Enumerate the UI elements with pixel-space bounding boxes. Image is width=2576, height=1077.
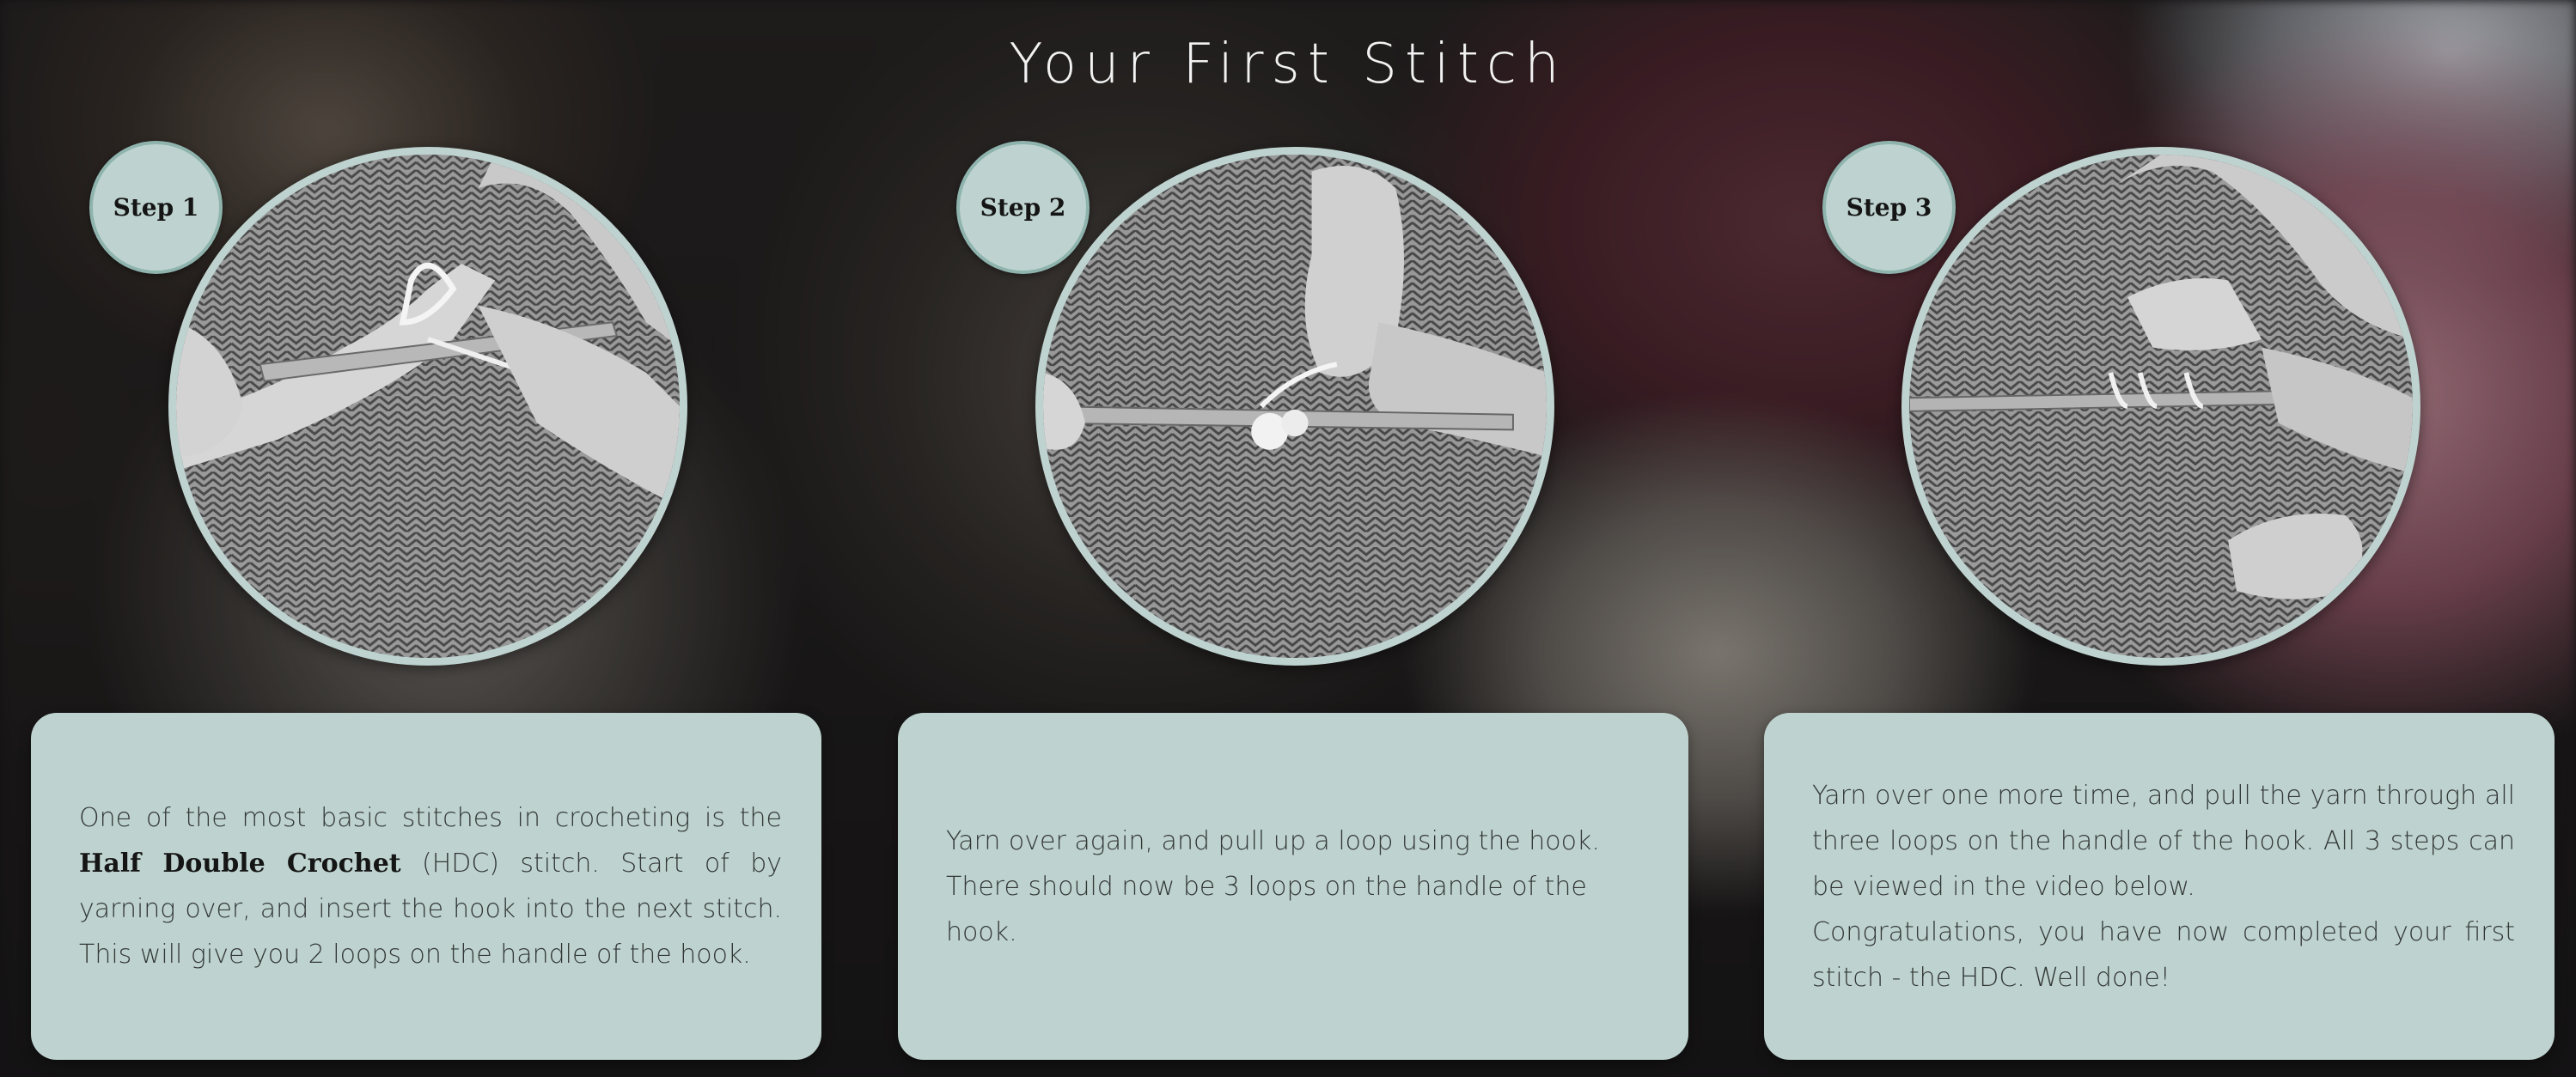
step-2-badge: Step 2 xyxy=(956,141,1090,274)
step-3-badge: Step 3 xyxy=(1822,141,1956,274)
step-3-card: Yarn over one more time, and pull the ya… xyxy=(1764,713,2555,1060)
step-3-description: Yarn over one more time, and pull the ya… xyxy=(1812,773,2515,1001)
step-3-text-paragraph-2: Congratulations, you have now completed … xyxy=(1812,916,2515,993)
step-3-section: Step 3 Yarn over one more time, and pull… xyxy=(1764,0,2555,1077)
step-2-photo xyxy=(1035,147,1554,666)
step-1-card: One of the most basic stitches in croche… xyxy=(31,713,821,1060)
crochet-photo-image xyxy=(176,155,680,658)
step-2-section: Step 2 Yarn over again, and pull up a lo… xyxy=(898,0,1688,1077)
step-1-photo xyxy=(168,147,687,666)
step-3-photo xyxy=(1901,147,2420,666)
crochet-photo-image xyxy=(1909,155,2413,658)
step-1-section: Step 1 One of the most basic stitches in… xyxy=(31,0,821,1077)
step-2-description: Yarn over again, and pull up a loop usin… xyxy=(946,825,1600,947)
crochet-photo-image xyxy=(1043,155,1547,658)
step-1-description: One of the most basic stitches in croche… xyxy=(79,803,782,970)
step-1-badge: Step 1 xyxy=(89,141,223,274)
step-3-text-paragraph-1: Yarn over one more time, and pull the ya… xyxy=(1812,780,2515,902)
step-2-card: Yarn over again, and pull up a loop usin… xyxy=(898,713,1688,1060)
stitch-name-bold: Half Double Crochet xyxy=(79,849,401,879)
